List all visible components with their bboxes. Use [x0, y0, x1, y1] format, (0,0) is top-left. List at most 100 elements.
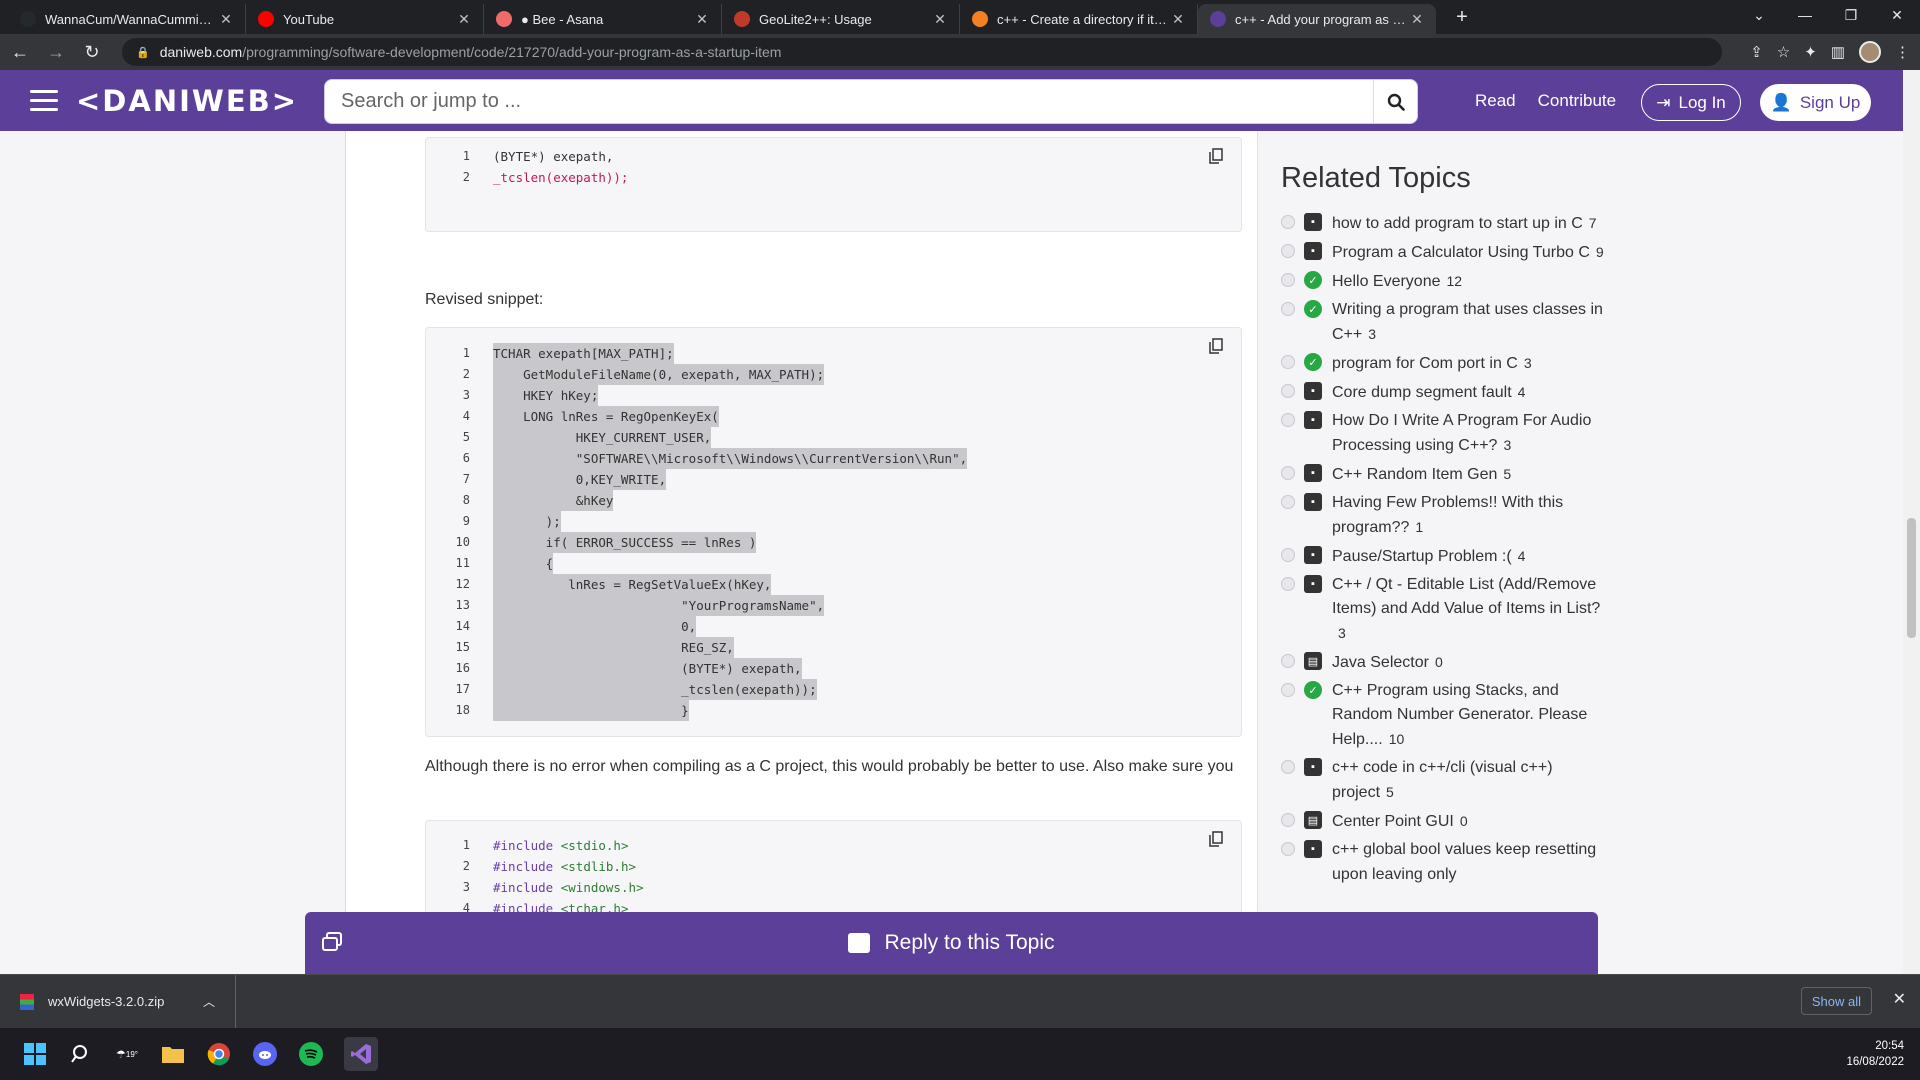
close-window-button[interactable]: ✕ [1874, 7, 1920, 24]
lock-icon[interactable]: 🔒 [136, 46, 150, 59]
profile-avatar[interactable] [1859, 41, 1881, 63]
related-topic-item[interactable]: ✓ Writing a program that uses classes in … [1281, 298, 1611, 347]
restore-button[interactable]: ❐ [1828, 7, 1874, 24]
search-input[interactable] [325, 90, 1373, 113]
discord-icon[interactable] [252, 1041, 278, 1067]
related-topic-item[interactable]: ✓ C++ Program using Stacks, and Random Nu… [1281, 679, 1611, 752]
bookmark-star-icon[interactable]: ☆ [1777, 43, 1790, 61]
code-text[interactable]: #include <windows.h> [493, 877, 644, 898]
code-text[interactable]: &hKey [493, 490, 614, 511]
code-text[interactable]: REG_SZ, [493, 637, 734, 658]
code-text[interactable]: lnRes = RegSetValueEx(hKey, [493, 574, 772, 595]
code-text[interactable]: #include <stdio.h> [493, 835, 628, 856]
code-text[interactable]: HKEY hKey; [493, 385, 599, 406]
code-text[interactable]: _tcslen(exepath)); [493, 167, 628, 188]
copy-icon[interactable] [1209, 148, 1223, 164]
file-explorer-icon[interactable] [160, 1041, 186, 1067]
close-tab-icon[interactable]: ✕ [931, 11, 949, 28]
related-topic-item[interactable]: ✓ Hello Everyone 12 [1281, 269, 1611, 294]
nav-read-link[interactable]: Read [1475, 91, 1516, 111]
search-button[interactable] [1373, 80, 1417, 123]
related-topic-item[interactable]: ▪ Pause/Startup Problem :(4 [1281, 544, 1611, 569]
related-topic-title[interactable]: how to add program to start up in C 7 [1332, 211, 1597, 236]
related-topic-title[interactable]: program for Com port in C 3 [1332, 351, 1532, 376]
tab-search-icon[interactable]: ⌄ [1736, 7, 1782, 24]
browser-tab[interactable]: WannaCum/WannaCummies.cpp✕ [8, 4, 246, 34]
side-panel-icon[interactable]: ▥ [1831, 43, 1845, 61]
related-topic-title[interactable]: C++ Random Item Gen 5 [1332, 462, 1511, 487]
related-topic-title[interactable]: Center Point GUI 0 [1332, 809, 1468, 834]
daniweb-logo[interactable]: <DANIWEB> [76, 84, 298, 118]
download-item[interactable]: wxWidgets-3.2.0.zip ︿ [0, 974, 236, 1029]
related-topic-item[interactable]: ▪ C++ / Qt - Editable List (Add/Remove It… [1281, 573, 1611, 646]
code-text[interactable]: 0, [493, 616, 697, 637]
spotify-icon[interactable] [298, 1041, 324, 1067]
weather-icon[interactable]: ☂ 19° [114, 1041, 140, 1067]
code-text[interactable]: (BYTE*) exepath, [493, 658, 802, 679]
code-text[interactable]: #include <stdlib.h> [493, 856, 636, 877]
code-text[interactable]: ); [493, 511, 561, 532]
close-tab-icon[interactable]: ✕ [455, 11, 473, 28]
minimize-button[interactable]: — [1782, 7, 1828, 23]
chrome-icon[interactable] [206, 1041, 232, 1067]
related-topic-title[interactable]: Java Selector 0 [1332, 650, 1443, 675]
hamburger-menu-icon[interactable] [30, 90, 58, 111]
code-text[interactable]: if( ERROR_SUCCESS == lnRes ) [493, 532, 757, 553]
close-tab-icon[interactable]: ✕ [693, 11, 711, 28]
related-topic-title[interactable]: Writing a program that uses classes in C… [1332, 298, 1611, 347]
related-topic-title[interactable]: Core dump segment fault 4 [1332, 380, 1525, 405]
nav-contribute-link[interactable]: Contribute [1538, 91, 1616, 111]
search-icon[interactable] [68, 1041, 94, 1067]
copy-icon[interactable] [1209, 831, 1223, 847]
code-text[interactable]: "YourProgramsName", [493, 595, 825, 616]
related-topic-title[interactable]: How Do I Write A Program For Audio Proce… [1332, 409, 1611, 458]
address-bar[interactable]: 🔒 daniweb.com /programming/software-deve… [122, 38, 1722, 66]
copy-icon[interactable] [1209, 338, 1223, 354]
show-all-downloads-button[interactable]: Show all [1800, 987, 1872, 1015]
close-tab-icon[interactable]: ✕ [1169, 11, 1187, 28]
browser-tab[interactable]: YouTube ✕ [246, 4, 484, 34]
forward-icon[interactable]: → [40, 42, 72, 63]
code-text[interactable]: LONG lnRes = RegOpenKeyEx( [493, 406, 719, 427]
browser-tab[interactable]: c++ - Add your program as a sta ✕ [1198, 4, 1436, 34]
related-topic-item[interactable]: ▪ Core dump segment fault 4 [1281, 380, 1611, 405]
related-topic-title[interactable]: C++ Program using Stacks, and Random Num… [1332, 679, 1611, 752]
related-topic-item[interactable]: ▪ Having Few Problems!! With this program… [1281, 491, 1611, 540]
chevron-up-icon[interactable]: ︿ [203, 993, 215, 1010]
visual-studio-icon[interactable] [344, 1037, 378, 1071]
code-text[interactable]: 0,KEY_WRITE, [493, 469, 667, 490]
related-topic-title[interactable]: c++ global bool values keep resetting up… [1332, 838, 1611, 887]
related-topic-item[interactable]: ✓ program for Com port in C 3 [1281, 351, 1611, 376]
new-tab-button[interactable]: + [1450, 6, 1474, 29]
login-button[interactable]: ⇥ Log In [1641, 84, 1741, 121]
code-text[interactable]: _tcslen(exepath)); [493, 679, 817, 700]
related-topic-item[interactable]: ▪ c++ global bool values keep resetting u… [1281, 838, 1611, 887]
related-topic-item[interactable]: ▪ Program a Calculator Using Turbo C 9 [1281, 240, 1611, 265]
code-text[interactable]: TCHAR exepath[MAX_PATH]; [493, 343, 674, 364]
related-topic-title[interactable]: Program a Calculator Using Turbo C 9 [1332, 240, 1604, 265]
menu-dots-icon[interactable]: ⋮ [1895, 43, 1910, 61]
related-topic-title[interactable]: C++ / Qt - Editable List (Add/Remove Ite… [1332, 573, 1611, 646]
related-topic-title[interactable]: Having Few Problems!! With this program?… [1332, 491, 1611, 540]
code-text[interactable]: { [493, 553, 554, 574]
code-text[interactable]: GetModuleFileName(0, exepath, MAX_PATH); [493, 364, 825, 385]
close-tab-icon[interactable]: ✕ [1408, 11, 1426, 28]
code-text[interactable]: HKEY_CURRENT_USER, [493, 427, 712, 448]
close-tab-icon[interactable]: ✕ [217, 11, 235, 28]
related-topic-item[interactable]: ▪ How Do I Write A Program For Audio Proc… [1281, 409, 1611, 458]
related-topic-item[interactable]: ▪ how to add program to start up in C 7 [1281, 211, 1611, 236]
signup-button[interactable]: 👤 Sign Up [1760, 84, 1871, 121]
reload-icon[interactable]: ↻ [76, 42, 108, 63]
related-topic-item[interactable]: ▪ c++ code in c++/cli (visual c++) projec… [1281, 756, 1611, 805]
browser-tab[interactable]: c++ - Create a directory if it doe ✕ [960, 4, 1198, 34]
scrollbar-thumb[interactable] [1907, 518, 1916, 638]
code-text[interactable]: "SOFTWARE\\Microsoft\\Windows\\CurrentVe… [493, 448, 968, 469]
share-icon[interactable]: ⇪ [1750, 43, 1763, 61]
back-icon[interactable]: ← [4, 42, 36, 63]
browser-tab[interactable]: GeoLite2++: Usage ✕ [722, 4, 960, 34]
popout-icon[interactable] [321, 932, 343, 952]
related-topic-item[interactable]: ▪ C++ Random Item Gen 5 [1281, 462, 1611, 487]
related-topic-item[interactable]: ▤ Center Point GUI 0 [1281, 809, 1611, 834]
related-topic-title[interactable]: Pause/Startup Problem :(4 [1332, 544, 1525, 569]
close-download-bar-icon[interactable]: ✕ [1893, 989, 1906, 1009]
